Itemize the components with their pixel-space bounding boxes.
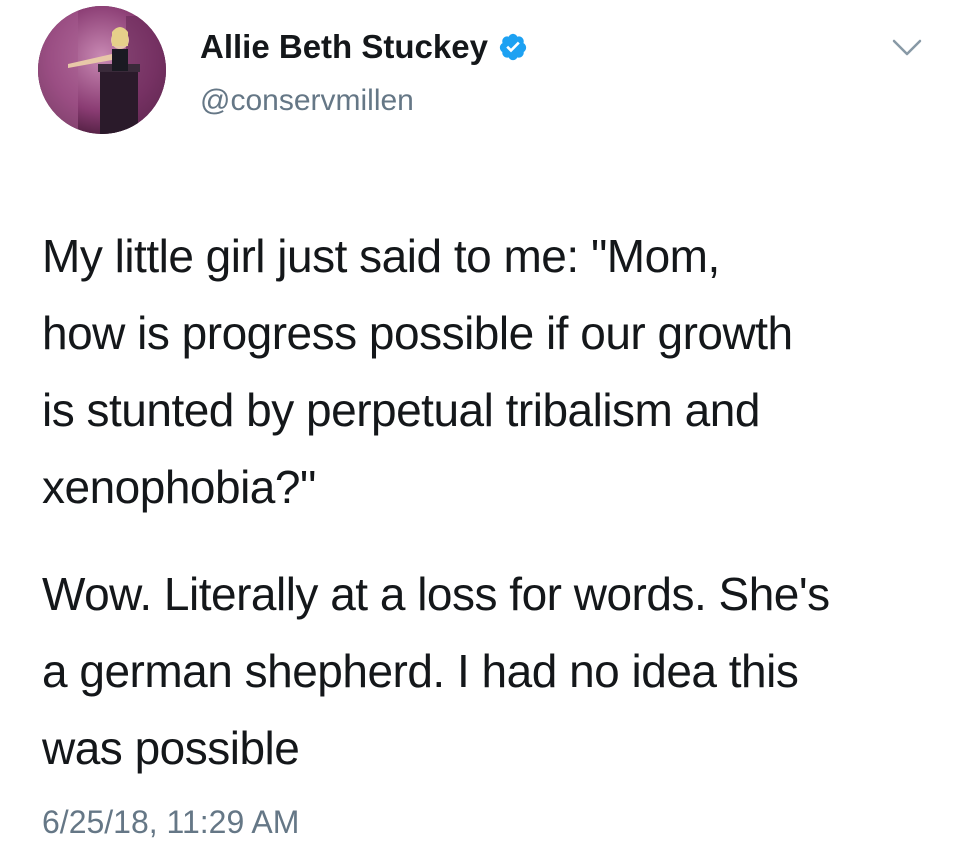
chevron-down-icon[interactable] [890,36,924,60]
avatar[interactable] [38,6,166,134]
author-name[interactable]: Allie Beth Stuckey [200,28,488,66]
tweet-text-line: is stunted by perpetual tribalism and [42,384,760,436]
author-name-row[interactable]: Allie Beth Stuckey [200,28,528,66]
tweet-text-line: a german shepherd. I had no idea this [42,645,799,697]
author-handle[interactable]: @conservmillen [200,84,414,118]
tweet-timestamp[interactable]: 6/25/18, 11:29 AM [42,804,299,841]
tweet-paragraph-2: Wow. Literally at a loss for words. She'… [42,556,942,787]
tweet-card: Allie Beth Stuckey @conservmillen My lit… [0,0,960,840]
tweet-text-line: how is progress possible if our growth [42,307,793,359]
profile-photo-icon [38,6,166,134]
tweet-paragraph-1: My little girl just said to me: "Mom, ho… [42,218,942,526]
verified-badge-icon [499,33,527,61]
tweet-text-line: My little girl just said to me: "Mom, [42,230,720,282]
tweet-text-line: xenophobia?" [42,461,316,513]
tweet-text-line: was possible [42,722,300,774]
tweet-text-line: Wow. Literally at a loss for words. She'… [42,568,830,620]
